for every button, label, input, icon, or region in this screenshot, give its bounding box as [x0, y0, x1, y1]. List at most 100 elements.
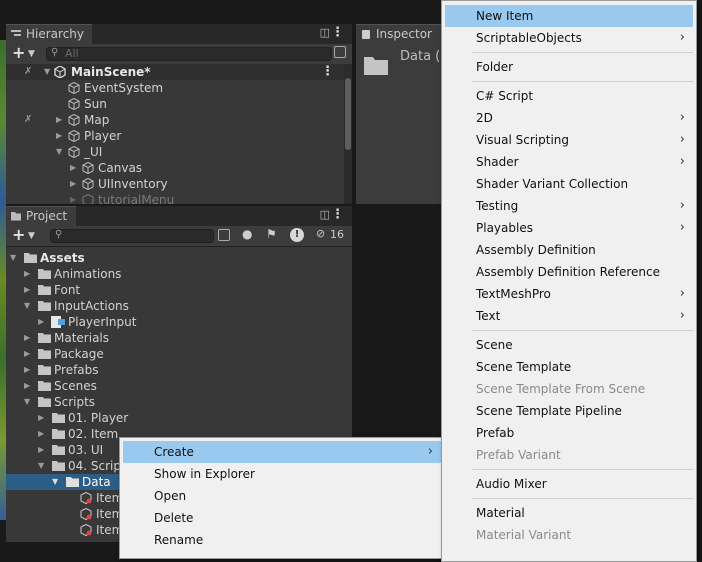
menu-item-scene-template-pipeline[interactable]: Scene Template Pipeline — [445, 400, 693, 422]
collapsed-arrow-icon[interactable]: ▶ — [38, 410, 48, 426]
project-row[interactable]: ▶ Scenes — [6, 378, 352, 394]
hierarchy-row-mainscene[interactable]: ✗ ▼ MainScene* ⋮ — [6, 64, 352, 80]
expand-arrow-icon[interactable]: ▼ — [24, 394, 34, 410]
expand-arrow-icon[interactable]: ▼ — [44, 64, 54, 80]
submenu-arrow-icon: › — [679, 220, 685, 235]
project-row[interactable]: ▼ Scripts — [6, 394, 352, 410]
menu-item-visual-scripting[interactable]: Visual Scripting › — [445, 129, 693, 151]
hierarchy-search-input[interactable]: ⚲ All — [46, 47, 332, 61]
scrollbar-thumb[interactable] — [345, 78, 351, 150]
collapsed-arrow-icon[interactable]: ▶ — [70, 176, 80, 192]
tab-inspector[interactable]: Inspector — [356, 24, 444, 44]
expand-arrow-icon[interactable]: ▼ — [38, 458, 48, 474]
kebab-menu-icon[interactable]: ⋮ — [331, 207, 344, 222]
expand-arrow-icon[interactable]: ▼ — [52, 474, 62, 490]
hierarchy-row[interactable]: Sun — [6, 96, 352, 112]
menu-item-scene-template[interactable]: Scene Template — [445, 356, 693, 378]
scriptable-object-icon — [80, 508, 92, 520]
hierarchy-row[interactable]: ▶ UIInventory — [6, 176, 352, 192]
filter-by-type-icon[interactable]: ● — [242, 227, 252, 241]
menu-item-label: Shader Variant Collection — [476, 177, 629, 191]
label-tag-icon[interactable]: ⚑ — [266, 227, 277, 241]
hierarchy-row[interactable]: ▶ Canvas — [6, 160, 352, 176]
collapsed-arrow-icon[interactable]: ▶ — [38, 314, 48, 330]
chevron-down-icon[interactable]: ▼ — [28, 45, 35, 63]
project-row[interactable]: ▶ Animations — [6, 266, 352, 282]
kebab-menu-icon[interactable]: ⋮ — [331, 25, 344, 40]
menu-item-playables[interactable]: Playables › — [445, 217, 693, 239]
collapsed-arrow-icon[interactable]: ▶ — [56, 128, 66, 144]
chevron-down-icon[interactable]: ▼ — [28, 227, 35, 245]
collapsed-arrow-icon[interactable]: ▶ — [56, 112, 66, 128]
hierarchy-item-label: Canvas — [98, 161, 143, 175]
menu-item-scene[interactable]: Scene — [445, 334, 693, 356]
collapsed-arrow-icon[interactable]: ▶ — [24, 282, 34, 298]
tab-project[interactable]: Project — [6, 206, 76, 226]
menu-item-scriptableobjects[interactable]: ScriptableObjects › — [445, 27, 693, 49]
menu-item-prefab[interactable]: Prefab — [445, 422, 693, 444]
menu-item-shader[interactable]: Shader › — [445, 151, 693, 173]
gameobject-icon — [82, 194, 94, 204]
menu-item-delete[interactable]: Delete — [123, 507, 441, 529]
collapsed-arrow-icon[interactable]: ▶ — [24, 266, 34, 282]
menu-item-rename[interactable]: Rename — [123, 529, 441, 551]
collapsed-arrow-icon[interactable]: ▶ — [24, 378, 34, 394]
menu-item-folder[interactable]: Folder — [445, 56, 693, 78]
collapsed-arrow-icon[interactable]: ▶ — [70, 160, 80, 176]
menu-item-audio-mixer[interactable]: Audio Mixer — [445, 473, 693, 495]
hierarchy-row[interactable]: ▶ tutorialMenu — [6, 192, 352, 204]
menu-item-show-in-explorer[interactable]: Show in Explorer — [123, 463, 441, 485]
lock-icon[interactable]: ◫ — [320, 208, 330, 221]
project-row[interactable]: ▶ PlayerInput — [6, 314, 352, 330]
hierarchy-row[interactable]: ▼ _UI — [6, 144, 352, 160]
visibility-icon[interactable]: ✗ — [24, 64, 32, 80]
collapsed-arrow-icon[interactable]: ▶ — [24, 330, 34, 346]
project-row[interactable]: ▶ 01. Player — [6, 410, 352, 426]
tab-hierarchy[interactable]: Hierarchy — [6, 24, 92, 44]
menu-item-2d[interactable]: 2D › — [445, 107, 693, 129]
menu-item-material[interactable]: Material — [445, 502, 693, 524]
hierarchy-row[interactable]: ✗ ▶ Map — [6, 112, 352, 128]
console-warning-icon[interactable]: ! — [290, 228, 304, 242]
menu-item-open[interactable]: Open — [123, 485, 441, 507]
hierarchy-item-label: UIInventory — [98, 177, 168, 191]
project-search-input[interactable]: ⚲ — [50, 229, 214, 243]
gameobject-icon — [82, 178, 94, 190]
hierarchy-row[interactable]: EventSystem — [6, 80, 352, 96]
collapsed-arrow-icon[interactable]: ▶ — [38, 426, 48, 442]
search-by-type-icon[interactable] — [218, 229, 230, 241]
collapsed-arrow-icon[interactable]: ▶ — [38, 442, 48, 458]
expand-arrow-icon[interactable]: ▼ — [24, 298, 34, 314]
menu-item-assembly-definition-reference[interactable]: Assembly Definition Reference — [445, 261, 693, 283]
menu-item-assembly-definition[interactable]: Assembly Definition — [445, 239, 693, 261]
project-row[interactable]: ▶ Materials — [6, 330, 352, 346]
hierarchy-scrollbar[interactable] — [344, 64, 352, 204]
menu-item-shader-variant-collection[interactable]: Shader Variant Collection — [445, 173, 693, 195]
menu-item-testing[interactable]: Testing › — [445, 195, 693, 217]
project-row-assets[interactable]: ▼ Assets — [6, 250, 352, 266]
expand-arrow-icon[interactable]: ▼ — [56, 144, 66, 160]
hierarchy-item-label: _UI — [84, 145, 103, 159]
menu-item-textmeshpro[interactable]: TextMeshPro › — [445, 283, 693, 305]
collapsed-arrow-icon[interactable]: ▶ — [70, 192, 80, 204]
project-row[interactable]: ▶ Font — [6, 282, 352, 298]
visibility-hidden-icon[interactable]: ✗ — [24, 112, 32, 128]
menu-item-new-item[interactable]: New Item — [445, 5, 693, 27]
menu-item-create[interactable]: Create › — [123, 441, 441, 463]
collapsed-arrow-icon[interactable]: ▶ — [24, 362, 34, 378]
search-filter-icon[interactable] — [334, 46, 346, 58]
lock-icon[interactable]: ◫ — [320, 26, 330, 39]
add-icon[interactable]: + — [12, 226, 25, 244]
project-row[interactable]: ▶ Package — [6, 346, 352, 362]
menu-item-csharp-script[interactable]: C# Script — [445, 85, 693, 107]
hidden-packages-icon[interactable]: ⊘ — [316, 227, 325, 240]
project-row[interactable]: ▼ InputActions — [6, 298, 352, 314]
kebab-menu-icon[interactable]: ⋮ — [321, 64, 334, 80]
expand-arrow-icon[interactable]: ▼ — [10, 250, 20, 266]
hierarchy-row[interactable]: ▶ Player — [6, 128, 352, 144]
menu-separator — [472, 52, 693, 53]
collapsed-arrow-icon[interactable]: ▶ — [24, 346, 34, 362]
menu-item-text[interactable]: Text › — [445, 305, 693, 327]
project-row[interactable]: ▶ Prefabs — [6, 362, 352, 378]
add-icon[interactable]: + — [12, 44, 25, 62]
